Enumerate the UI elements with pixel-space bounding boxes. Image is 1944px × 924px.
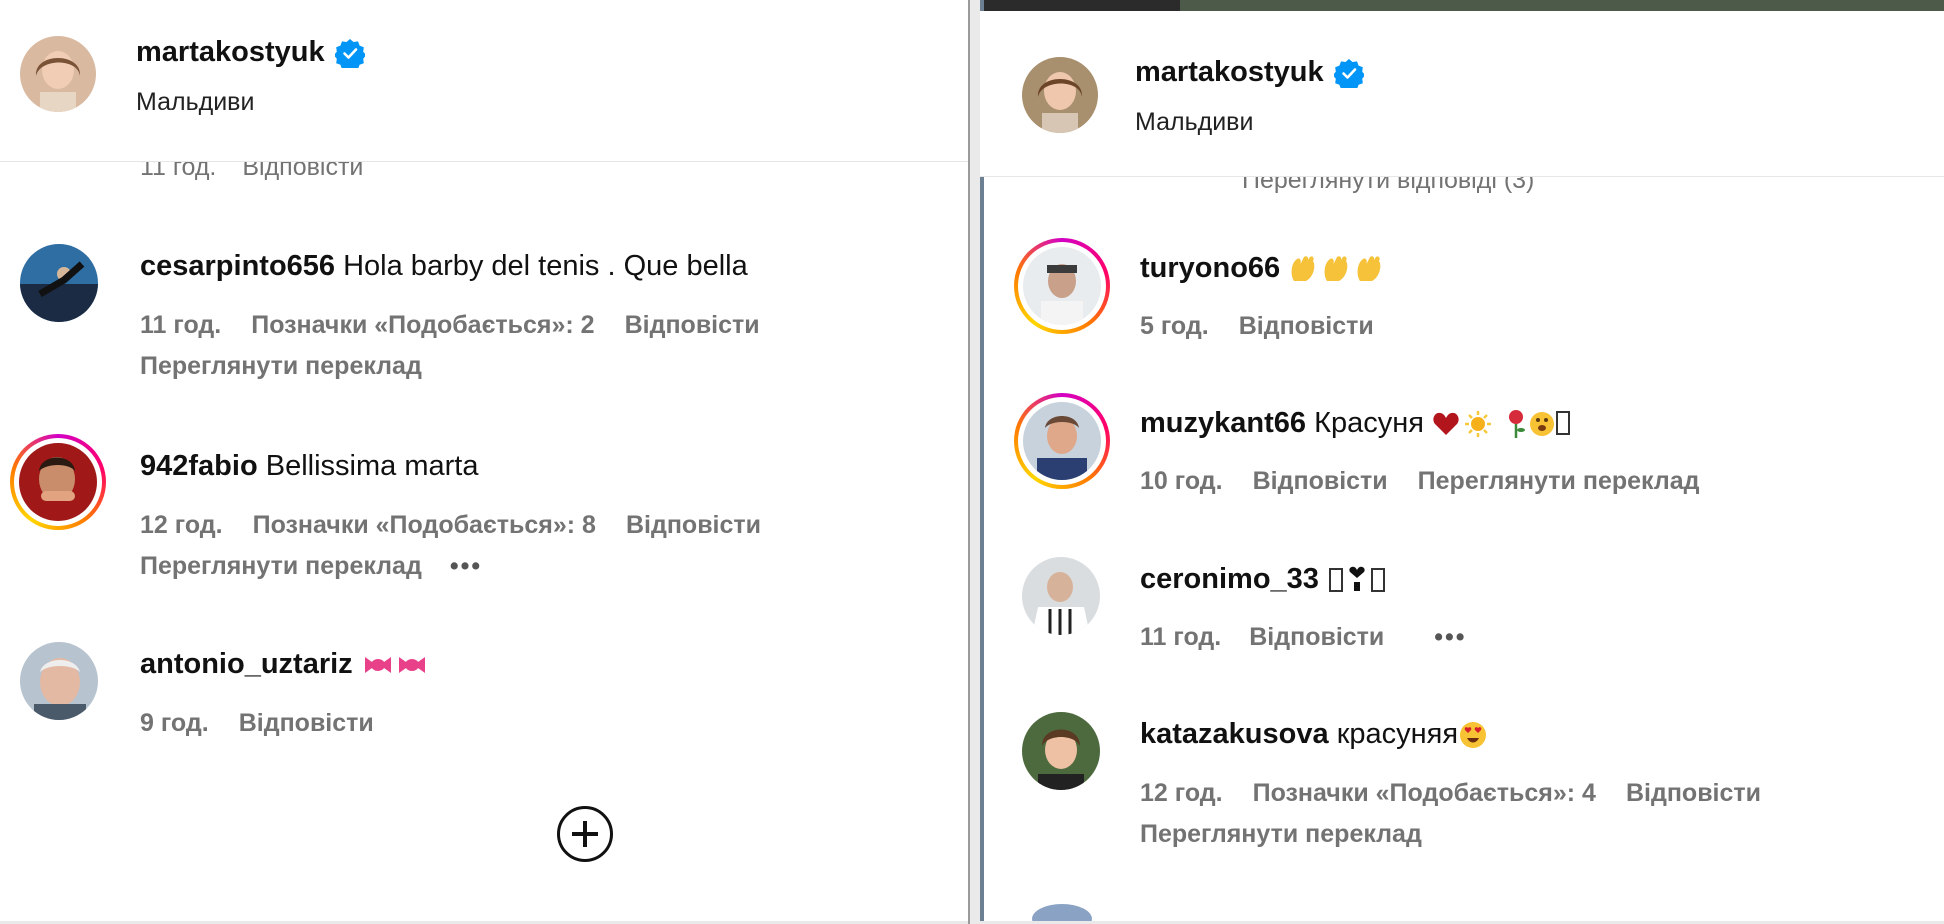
reply-link[interactable]: Відповісти: [1626, 779, 1761, 808]
commenter-avatar[interactable]: [20, 642, 98, 720]
commenter-username[interactable]: katazakusova: [1140, 718, 1329, 750]
comments-panel-right: martakostyuk Мальдиви Переглянути відпов…: [980, 0, 1944, 924]
background-image-strip: [980, 0, 1944, 11]
more-options-icon[interactable]: •••: [1434, 623, 1466, 652]
commenter-username[interactable]: turyono66: [1140, 252, 1280, 284]
reply-link[interactable]: Відповісти: [1239, 312, 1374, 341]
commenter-avatar[interactable]: [1023, 402, 1101, 480]
comment-text: turyono66: [1140, 252, 1386, 285]
comment-meta: 12 год. Позначки «Подобається»: 8 Відпов…: [140, 511, 761, 540]
commenter-avatar[interactable]: [1023, 247, 1101, 325]
comment-time: 12 год.: [1140, 779, 1223, 807]
commenter-avatar[interactable]: [19, 443, 97, 521]
comment-meta-secondary: Переглянути переклад •••: [140, 552, 482, 581]
comment-meta: 5 год. Відповісти: [1140, 312, 1374, 341]
likes-count-link[interactable]: Позначки «Подобається»: 8: [253, 511, 596, 540]
story-ring[interactable]: [1014, 238, 1110, 334]
comments-panel-left: martakostyuk Мальдиви 11 год. Відповісти …: [0, 0, 968, 924]
comment-time: 10 год.: [1140, 467, 1223, 495]
comment-meta: 11 год. Відповісти •••: [1140, 623, 1467, 652]
comment-text: ceronimo_33: [1140, 563, 1389, 596]
commenter-avatar[interactable]: [20, 244, 98, 322]
reply-link[interactable]: Відповісти: [626, 511, 761, 540]
comment-time: 11 год.: [1140, 623, 1222, 651]
comment-meta: 9 год. Відповісти: [140, 709, 374, 738]
see-translation-link[interactable]: Переглянути переклад: [140, 352, 422, 381]
story-ring[interactable]: [10, 434, 106, 530]
comment-body: красуняя: [1336, 718, 1459, 750]
commenter-avatar[interactable]: [1022, 712, 1100, 790]
comment-meta: 11 год. Позначки «Подобається»: 2 Відпов…: [140, 311, 760, 340]
author-avatar[interactable]: [1022, 57, 1098, 133]
comment-meta: 10 год. Відповісти Переглянути переклад: [1140, 467, 1700, 496]
comment-body: Bellissima marta: [265, 450, 479, 482]
post-header: martakostyuk Мальдиви: [0, 0, 968, 162]
comment-text: antonio_uztariz: [140, 648, 429, 681]
candy-emoji-icon: [364, 657, 425, 674]
see-translation-link[interactable]: Переглянути переклад: [1140, 820, 1422, 849]
heart-eyes-emoji-icon: [1460, 722, 1487, 749]
commenter-username[interactable]: 942fabio: [140, 450, 258, 482]
comment-meta: 12 год. Позначки «Подобається»: 4 Відпов…: [1140, 779, 1761, 808]
post-location[interactable]: Мальдиви: [1135, 108, 1253, 137]
comment-text: 942fabio Bellissima marta: [140, 450, 478, 483]
plus-circle-icon[interactable]: [557, 806, 613, 862]
author-username-text[interactable]: martakostyuk: [136, 36, 325, 69]
author-username[interactable]: martakostyuk: [1135, 56, 1364, 89]
commenter-username[interactable]: muzykant66: [1140, 407, 1306, 439]
comment-body: Красуня: [1314, 407, 1424, 439]
verified-badge-icon: [1333, 58, 1364, 88]
see-translation-link[interactable]: Переглянути переклад: [140, 552, 422, 581]
more-options-icon[interactable]: •••: [450, 552, 482, 581]
commenter-username[interactable]: ceronimo_33: [1140, 563, 1319, 595]
likes-count-link[interactable]: Позначки «Подобається»: 2: [251, 311, 594, 340]
reply-link[interactable]: Відповісти: [239, 709, 374, 738]
comment-time: 12 год.: [140, 511, 223, 539]
story-ring[interactable]: [1014, 393, 1110, 489]
commenter-username[interactable]: antonio_uztariz: [140, 648, 353, 680]
post-header: martakostyuk Мальдиви: [980, 11, 1944, 177]
reply-link[interactable]: Відповісти: [625, 311, 760, 340]
comment-time: 5 год.: [1140, 312, 1209, 340]
comment-text: muzykant66 Красуня: [1140, 407, 1572, 440]
author-avatar[interactable]: [20, 36, 96, 112]
post-location[interactable]: Мальдиви: [136, 88, 254, 117]
comment-body: Hola barby del tenis . Que bella: [343, 250, 748, 282]
author-username[interactable]: martakostyuk: [136, 36, 365, 69]
comment-meta-secondary: Переглянути переклад: [140, 352, 422, 381]
reply-link[interactable]: Відповісти: [1253, 467, 1388, 496]
see-translation-link[interactable]: Переглянути переклад: [1418, 467, 1700, 496]
clapping-hands-emoji-icon: [1291, 256, 1381, 282]
commenter-username[interactable]: cesarpinto656: [140, 250, 335, 282]
comment-time: 11 год.: [140, 311, 222, 339]
unsupported-emoji-icon: [1328, 567, 1385, 593]
comment-text: katazakusova красуняя: [1140, 718, 1488, 751]
verified-badge-icon: [334, 38, 365, 68]
commenter-avatar[interactable]: [1022, 557, 1100, 635]
comment-time: 9 год.: [140, 709, 209, 737]
author-username-text[interactable]: martakostyuk: [1135, 56, 1324, 89]
comment-text: cesarpinto656 Hola barby del tenis . Que…: [140, 250, 748, 283]
comment-meta-secondary: Переглянути переклад: [1140, 820, 1422, 849]
reply-link[interactable]: Відповісти: [1249, 623, 1384, 652]
likes-count-link[interactable]: Позначки «Подобається»: 4: [1253, 779, 1596, 808]
panel-divider: [968, 0, 980, 924]
heart-sun-rose-emoji-icon: [1433, 410, 1571, 439]
